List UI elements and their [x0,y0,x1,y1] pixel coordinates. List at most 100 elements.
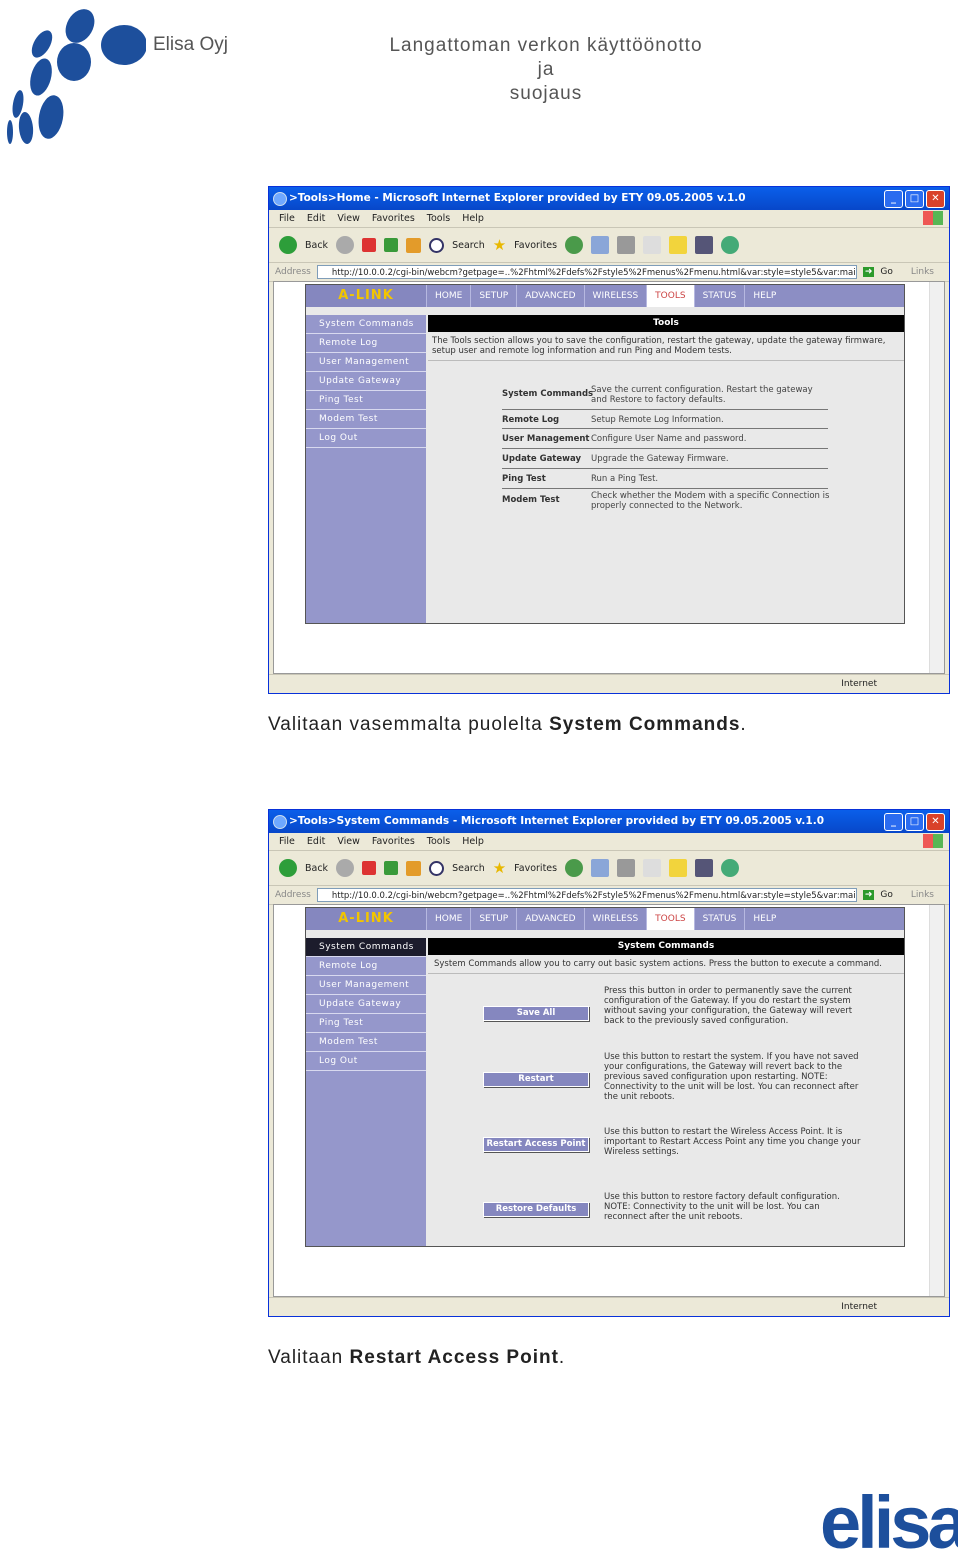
sidebar-item-update-gateway[interactable]: Update Gateway [306,372,426,391]
search-icon[interactable] [429,237,445,253]
menu-favorites[interactable]: Favorites [372,210,415,227]
messenger-icon[interactable] [721,236,740,254]
favorites-star-icon[interactable]: ★ [493,236,506,254]
menu-tools[interactable]: Tools [427,833,450,850]
go-button[interactable]: Go [880,890,892,900]
sidebar-item-system-commands[interactable]: System Commands [306,315,426,334]
edit-icon[interactable] [643,859,662,877]
sidebar-item-log-out[interactable]: Log Out [306,1052,426,1071]
search-label[interactable]: Search [452,240,485,251]
home-icon[interactable] [406,237,422,253]
sidebar-item-modem-test[interactable]: Modem Test [306,1033,426,1052]
sidebar-item-modem-test[interactable]: Modem Test [306,410,426,429]
tab-wireless[interactable]: WIRELESS [583,285,647,307]
tab-advanced[interactable]: ADVANCED [516,285,583,307]
favorites-star-icon[interactable]: ★ [493,859,506,877]
stop-icon[interactable] [362,861,377,875]
refresh-icon[interactable] [384,861,399,875]
research-icon[interactable] [695,859,714,877]
tab-advanced[interactable]: ADVANCED [516,908,583,930]
tab-wireless[interactable]: WIRELESS [583,908,647,930]
folder-icon[interactable] [669,236,688,254]
menu-help[interactable]: Help [462,210,484,227]
messenger-icon[interactable] [721,859,740,877]
tab-status[interactable]: STATUS [693,908,745,930]
edit-icon[interactable] [643,236,662,254]
vertical-scrollbar[interactable] [929,282,944,673]
back-icon[interactable] [279,236,297,254]
menu-edit[interactable]: Edit [307,210,325,227]
forward-icon[interactable] [336,236,355,254]
back-label[interactable]: Back [305,240,328,251]
tab-status[interactable]: STATUS [693,285,745,307]
address-input[interactable]: http://10.0.0.2/cgi-bin/webcm?getpage=..… [316,888,857,902]
sidebar-item-remote-log[interactable]: Remote Log [306,957,426,976]
sidebar-item-remote-log[interactable]: Remote Log [306,334,426,353]
tab-setup[interactable]: SETUP [470,285,516,307]
favorites-label[interactable]: Favorites [514,240,557,251]
mail-icon[interactable] [591,859,610,877]
back-label[interactable]: Back [305,863,328,874]
tools-row-name[interactable]: User Management [502,434,589,444]
research-icon[interactable] [695,236,714,254]
restart-access-point-button[interactable]: Restart Access Point [483,1137,589,1152]
menu-help[interactable]: Help [462,833,484,850]
tools-row-name[interactable]: Ping Test [502,474,546,484]
tools-row-name[interactable]: Remote Log [502,415,559,425]
menu-view[interactable]: View [337,833,360,850]
tab-home[interactable]: HOME [426,908,470,930]
tab-setup[interactable]: SETUP [470,908,516,930]
minimize-button[interactable]: _ [884,190,903,208]
media-icon[interactable] [565,236,584,254]
search-label[interactable]: Search [452,863,485,874]
print-icon[interactable] [617,236,636,254]
tab-home[interactable]: HOME [426,285,470,307]
stop-icon[interactable] [362,238,377,252]
menu-view[interactable]: View [337,210,360,227]
vertical-scrollbar[interactable] [929,905,944,1296]
tab-help[interactable]: HELP [744,285,784,307]
sidebar-item-ping-test[interactable]: Ping Test [306,391,426,410]
sidebar-item-log-out[interactable]: Log Out [306,429,426,448]
mail-icon[interactable] [591,236,610,254]
menu-tools[interactable]: Tools [427,210,450,227]
sidebar-item-update-gateway[interactable]: Update Gateway [306,995,426,1014]
menu-file[interactable]: File [279,833,295,850]
sidebar-item-ping-test[interactable]: Ping Test [306,1014,426,1033]
sidebar-item-user-management[interactable]: User Management [306,976,426,995]
tab-tools[interactable]: TOOLS [646,908,694,930]
menu-file[interactable]: File [279,210,295,227]
sidebar-item-user-management[interactable]: User Management [306,353,426,372]
home-icon[interactable] [406,860,422,876]
folder-icon[interactable] [669,859,688,877]
save-all-button[interactable]: Save All [483,1006,589,1021]
tab-tools[interactable]: TOOLS [646,285,694,307]
refresh-icon[interactable] [384,238,399,252]
links-label[interactable]: Links [911,267,934,277]
tools-row-name[interactable]: Modem Test [502,495,560,505]
maximize-button[interactable]: □ [905,813,924,831]
tab-help[interactable]: HELP [744,908,784,930]
minimize-button[interactable]: _ [884,813,903,831]
restore-defaults-button[interactable]: Restore Defaults [483,1202,589,1217]
go-icon[interactable]: ➜ [862,890,875,900]
media-icon[interactable] [565,859,584,877]
close-button[interactable]: ✕ [926,190,945,208]
back-icon[interactable] [279,859,297,877]
maximize-button[interactable]: □ [905,190,924,208]
tools-row-name[interactable]: System Commands [502,389,593,399]
go-icon[interactable]: ➜ [862,267,875,277]
favorites-label[interactable]: Favorites [514,863,557,874]
go-button[interactable]: Go [880,267,892,277]
sidebar-item-system-commands[interactable]: System Commands [306,938,426,957]
search-icon[interactable] [429,860,445,876]
print-icon[interactable] [617,859,636,877]
links-label[interactable]: Links [911,890,934,900]
tools-row-name[interactable]: Update Gateway [502,454,581,464]
forward-icon[interactable] [336,859,355,877]
restart-button[interactable]: Restart [483,1072,589,1087]
address-input[interactable]: http://10.0.0.2/cgi-bin/webcm?getpage=..… [316,265,857,279]
menu-edit[interactable]: Edit [307,833,325,850]
menu-favorites[interactable]: Favorites [372,833,415,850]
close-button[interactable]: ✕ [926,813,945,831]
